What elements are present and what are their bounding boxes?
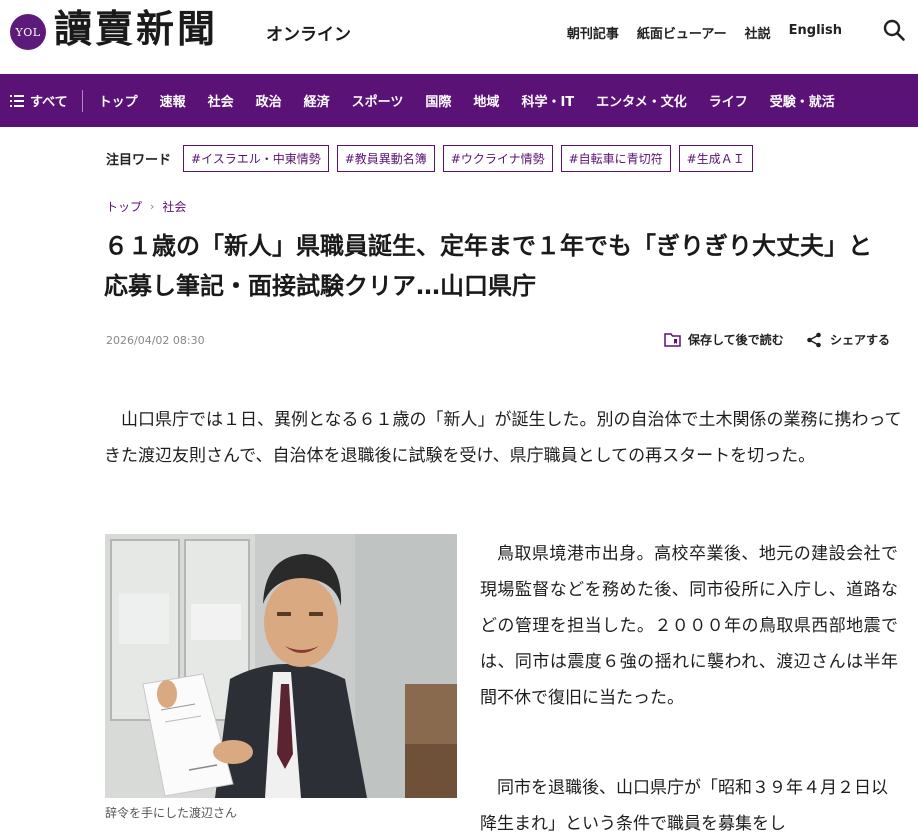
- yol-logo-badge[interactable]: YOL: [10, 14, 46, 50]
- nav-items: トップ 速報 社会 政治 経済 スポーツ 国際 地域 科学・IT エンタメ・文化…: [83, 91, 841, 110]
- nav-item-regional[interactable]: 地域: [473, 91, 499, 110]
- chevron-right-icon: ›: [150, 200, 155, 213]
- nav-item-society[interactable]: 社会: [208, 91, 234, 110]
- nav-item-international[interactable]: 国際: [425, 91, 451, 110]
- trending-tag[interactable]: #自転車に青切符: [560, 144, 671, 172]
- nav-item-top[interactable]: トップ: [99, 91, 138, 110]
- photo-caption: 辞令を手にした渡辺さん: [105, 806, 238, 820]
- nav-all-button[interactable]: すべて: [0, 89, 83, 112]
- nav-item-economy[interactable]: 経済: [304, 91, 330, 110]
- nav-item-sports[interactable]: スポーツ: [352, 91, 404, 110]
- trending-words: 注目ワード #イスラエル・中東情勢 #教員異動名簿 #ウクライナ情勢 #自転車に…: [106, 144, 761, 172]
- nav-all-label: すべて: [30, 95, 68, 110]
- link-paper-viewer[interactable]: 紙面ビューアー: [637, 23, 727, 42]
- breadcrumb-top[interactable]: トップ: [106, 198, 142, 215]
- site-logo-sub[interactable]: オンライン: [266, 20, 351, 45]
- trending-tag[interactable]: #教員異動名簿: [336, 144, 435, 172]
- share-icon: [807, 332, 821, 347]
- site-logo[interactable]: 讀賣新聞: [54, 6, 218, 52]
- photo-illustration: [105, 534, 457, 798]
- nav-item-exam-career[interactable]: 受験・就活: [770, 91, 835, 110]
- main-nav: すべて トップ 速報 社会 政治 経済 スポーツ 国際 地域 科学・IT エンタ…: [0, 74, 918, 127]
- article-date: 2026/04/02 08:30: [106, 334, 205, 347]
- save-for-later-button[interactable]: 保存して後で読む: [664, 331, 784, 348]
- nav-item-politics[interactable]: 政治: [256, 91, 282, 110]
- trending-tag[interactable]: #生成ＡＩ: [678, 144, 753, 172]
- nav-item-breaking[interactable]: 速報: [160, 91, 186, 110]
- menu-icon: [10, 94, 24, 107]
- article-photo: [105, 534, 457, 798]
- trending-tag[interactable]: #ウクライナ情勢: [442, 144, 553, 172]
- nav-item-entertainment[interactable]: エンタメ・文化: [596, 91, 687, 110]
- header-links: 朝刊記事 紙面ビューアー 社説 English: [567, 23, 842, 42]
- nav-item-science-it[interactable]: 科学・IT: [521, 91, 574, 110]
- article-lead-paragraph: 山口県庁では１日、異例となる６１歳の「新人」が誕生した。別の自治体で土木関係の業…: [104, 410, 902, 466]
- save-for-later-label: 保存して後で読む: [688, 333, 784, 347]
- bookmark-folder-icon: [664, 332, 681, 347]
- article-paragraph: 鳥取県境港市出身。高校卒業後、地元の建設会社で現場監督などを務めた後、同市役所に…: [480, 544, 898, 708]
- share-button[interactable]: シェアする: [806, 331, 890, 348]
- article-title: ６１歳の「新人」県職員誕生、定年まで１年でも「ぎりぎり大丈夫」と応募し筆記・面接…: [104, 232, 872, 300]
- breadcrumb: トップ › 社会: [106, 198, 186, 215]
- link-editorial[interactable]: 社説: [745, 23, 771, 42]
- breadcrumb-society[interactable]: 社会: [162, 198, 186, 215]
- search-icon[interactable]: [882, 18, 906, 42]
- trending-tag[interactable]: #イスラエル・中東情勢: [183, 144, 329, 172]
- link-english[interactable]: English: [789, 23, 842, 42]
- site-header: YOL 讀賣新聞 オンライン 朝刊記事 紙面ビューアー 社説 English: [0, 0, 918, 74]
- share-label: シェアする: [830, 333, 891, 347]
- link-morning-edition[interactable]: 朝刊記事: [567, 23, 619, 42]
- trending-label: 注目ワード: [106, 152, 172, 168]
- article-paragraph: 同市を退職後、山口県庁が「昭和３９年４月２日以降生まれ」という条件で職員を募集を…: [480, 778, 888, 834]
- nav-item-life[interactable]: ライフ: [709, 91, 748, 110]
